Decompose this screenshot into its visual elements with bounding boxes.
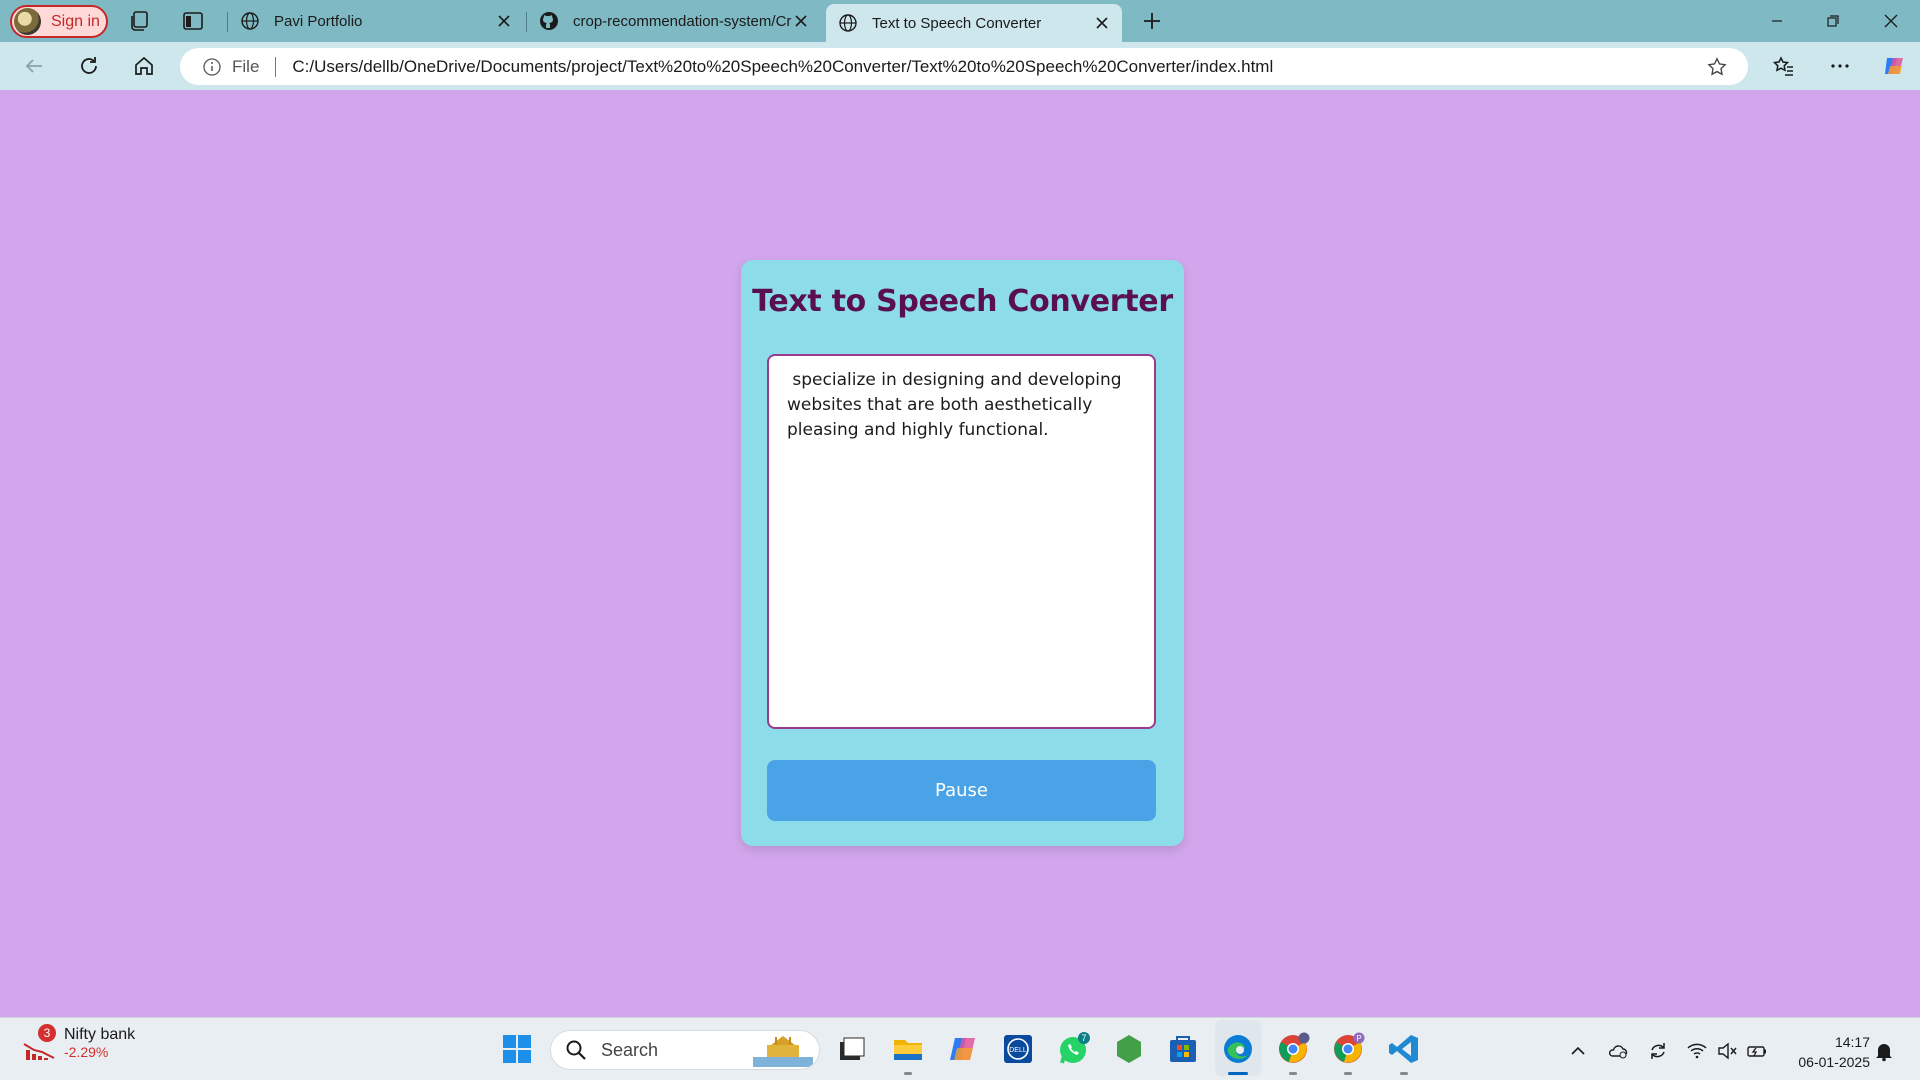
- close-tab-icon[interactable]: [496, 13, 512, 29]
- taskbar-search[interactable]: Search: [550, 1030, 820, 1070]
- stock-chart-icon: 3: [20, 1024, 60, 1066]
- profile-signin-button[interactable]: Sign in: [10, 5, 108, 38]
- volume-muted-icon[interactable]: [1716, 1040, 1738, 1062]
- microsoft-store-icon[interactable]: [1166, 1032, 1200, 1066]
- node-app-icon[interactable]: [1112, 1032, 1146, 1066]
- favorite-star-icon[interactable]: [1706, 56, 1728, 78]
- page-title: Text to Speech Converter: [752, 284, 1173, 319]
- url-text[interactable]: C:/Users/dellb/OneDrive/Documents/projec…: [292, 57, 1706, 77]
- file-explorer-icon[interactable]: [891, 1032, 925, 1066]
- signin-label: Sign in: [51, 12, 100, 30]
- search-label: Search: [601, 1039, 659, 1060]
- tab-text-to-speech[interactable]: Text to Speech Converter: [826, 4, 1122, 42]
- active-indicator: [1228, 1072, 1248, 1075]
- github-icon: [540, 12, 558, 30]
- onedrive-sync-icon[interactable]: [1607, 1040, 1629, 1062]
- search-icon: [566, 1040, 586, 1060]
- pause-button[interactable]: Pause: [767, 760, 1156, 821]
- notification-bell-icon[interactable]: [1873, 1040, 1895, 1062]
- converter-card: Text to Speech Converter specialize in d…: [741, 260, 1184, 846]
- whatsapp-badge: 7: [1081, 1033, 1086, 1043]
- running-indicator: [1289, 1072, 1297, 1075]
- copilot-icon[interactable]: [1881, 52, 1909, 80]
- workspaces-icon[interactable]: [128, 9, 152, 33]
- widget-value: -2.29%: [64, 1044, 109, 1060]
- home-icon[interactable]: [132, 54, 156, 78]
- profile-avatar: [14, 8, 41, 35]
- task-view-icon[interactable]: [834, 1032, 868, 1066]
- close-tab-icon[interactable]: [1094, 15, 1110, 31]
- vscode-icon[interactable]: [1387, 1032, 1421, 1066]
- tab-actions-icon[interactable]: [181, 9, 205, 33]
- start-windows-icon[interactable]: [500, 1032, 534, 1066]
- close-tab-icon[interactable]: [793, 13, 809, 29]
- tab-title: Text to Speech Converter: [872, 14, 1042, 32]
- speech-text-input[interactable]: specialize in designing and developing w…: [767, 354, 1156, 729]
- battery-icon[interactable]: [1746, 1040, 1768, 1062]
- whatsapp-icon[interactable]: 7: [1057, 1032, 1091, 1066]
- favorites-icon[interactable]: [1772, 54, 1796, 78]
- refresh-icon[interactable]: [77, 54, 101, 78]
- new-tab-icon[interactable]: [1140, 9, 1164, 33]
- sync-icon[interactable]: [1647, 1040, 1669, 1062]
- search-highlight-image: [753, 1036, 813, 1067]
- tab-pavi-portfolio[interactable]: Pavi Portfolio: [228, 2, 524, 40]
- page-viewport: Text to Speech Converter specialize in d…: [5, 90, 1915, 1017]
- edge-browser-icon[interactable]: [1221, 1032, 1255, 1066]
- globe-icon: [839, 14, 857, 32]
- copilot-app-icon[interactable]: [947, 1032, 981, 1066]
- address-separator: [275, 56, 277, 77]
- close-window-icon[interactable]: [1880, 10, 1902, 32]
- svg-text:DELL: DELL: [1009, 1047, 1027, 1054]
- tab-title: Pavi Portfolio: [274, 12, 363, 30]
- chrome-icon[interactable]: [1276, 1032, 1310, 1066]
- more-options-icon[interactable]: [1828, 54, 1852, 78]
- site-info-icon[interactable]: [202, 57, 222, 77]
- running-indicator: [1400, 1072, 1408, 1075]
- show-hidden-icons-chevron-icon[interactable]: [1567, 1040, 1589, 1062]
- dell-icon[interactable]: DELL: [1001, 1032, 1035, 1066]
- clock-date: 06-01-2025: [1798, 1054, 1870, 1070]
- back-icon[interactable]: [22, 54, 46, 78]
- windows-taskbar: 3 Nifty bank -2.29% Search DELL 7 P 14:1…: [0, 1017, 1920, 1080]
- scheme-label: File: [232, 56, 260, 76]
- running-indicator: [904, 1072, 912, 1075]
- globe-icon: [241, 12, 259, 30]
- browser-toolbar: File C:/Users/dellb/OneDrive/Documents/p…: [0, 42, 1920, 90]
- wifi-icon[interactable]: [1686, 1040, 1708, 1062]
- chrome-profile-icon[interactable]: P: [1331, 1032, 1365, 1066]
- running-indicator: [1344, 1072, 1352, 1075]
- widget-name: Nifty bank: [64, 1026, 136, 1043]
- browser-tab-strip: Sign in Pavi Portfolio crop-recommendati…: [0, 0, 1920, 42]
- restore-icon[interactable]: [1822, 10, 1844, 32]
- clock-time: 14:17: [1834, 1034, 1870, 1050]
- tab-title: crop-recommendation-system/Cr: [573, 12, 792, 30]
- address-bar[interactable]: File C:/Users/dellb/OneDrive/Documents/p…: [180, 48, 1748, 85]
- minimize-icon[interactable]: [1766, 10, 1788, 32]
- stock-widget[interactable]: 3 Nifty bank -2.29%: [20, 1024, 136, 1066]
- tab-crop-recommendation[interactable]: crop-recommendation-system/Cr: [527, 2, 821, 40]
- system-clock[interactable]: 14:17 06-01-2025: [1780, 1032, 1870, 1072]
- chrome-profile-badge: P: [1356, 1034, 1361, 1043]
- widget-badge: 3: [38, 1024, 56, 1042]
